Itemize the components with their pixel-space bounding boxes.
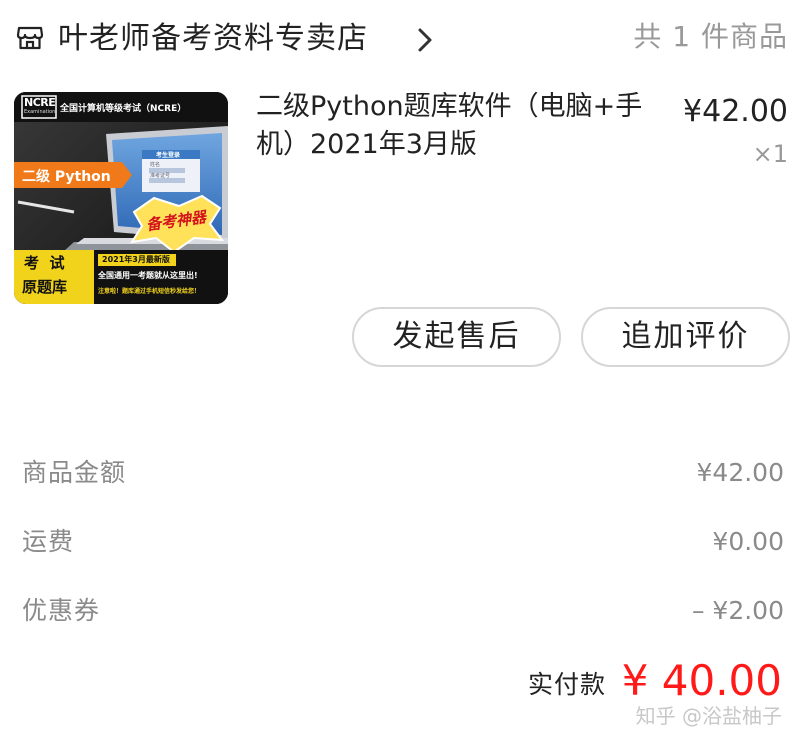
thumbnail-screen-field2: 准考证号 [150,173,171,179]
paid-amount-label: 实付款 [528,670,607,699]
thumbnail-edition: 2021年3月最新版 [102,255,170,264]
watermark: 知乎 @浴盐柚子 [635,704,782,728]
shipping-label: 运费 [22,527,75,556]
chevron-right-icon[interactable] [416,27,434,53]
thumbnail-header: 全国计算机等级考试（NCRE） [60,104,187,114]
thumbnail-logo-sub: Examination [24,109,56,115]
after-sale-button[interactable]: 发起售后 [352,307,561,367]
thumbnail-screen-field1: 姓名 [150,162,161,168]
thumbnail-screen-title: 考生登录 [156,152,181,159]
paid-amount-value: ¥ 40.00 [621,656,782,705]
store-icon [16,26,44,50]
thumbnail-notice: 注意啦！题库通过手机短信秒发给您！ [98,288,201,295]
coupon-value: – ¥2.00 [691,596,784,625]
thumbnail-logo: NCRE [24,96,56,109]
coupon-label: 优惠券 [22,596,101,625]
thumbnail-left-line2: 原题库 [22,278,68,296]
product-thumbnail[interactable]: NCRE Examination 全国计算机等级考试（NCRE） 二级 Pyth… [14,92,228,304]
order-detail-page: 叶老师备考资料专卖店 共 1 件商品 NCRE Examination 全国计算… [0,0,804,746]
goods-amount-label: 商品金额 [22,458,127,487]
thumbnail-left-line1: 考 试 [24,254,65,272]
shop-name[interactable]: 叶老师备考资料专卖店 [58,19,368,59]
item-count: 共 1 件商品 [633,20,788,53]
add-review-button[interactable]: 追加评价 [581,307,790,367]
product-title[interactable]: 二级Python题库软件（电脑+手机）2021年3月版 [256,88,646,164]
shipping-value: ¥0.00 [712,527,784,556]
thumbnail-level-label: 二级 Python [22,169,111,185]
thumbnail-tagline: 全国通用一考题就从这里出! [98,271,198,280]
product-price: ¥42.00 [683,94,788,129]
goods-amount-value: ¥42.00 [696,458,784,487]
shop-header[interactable]: 叶老师备考资料专卖店 共 1 件商品 [0,0,804,76]
product-quantity: ×1 [752,140,788,168]
